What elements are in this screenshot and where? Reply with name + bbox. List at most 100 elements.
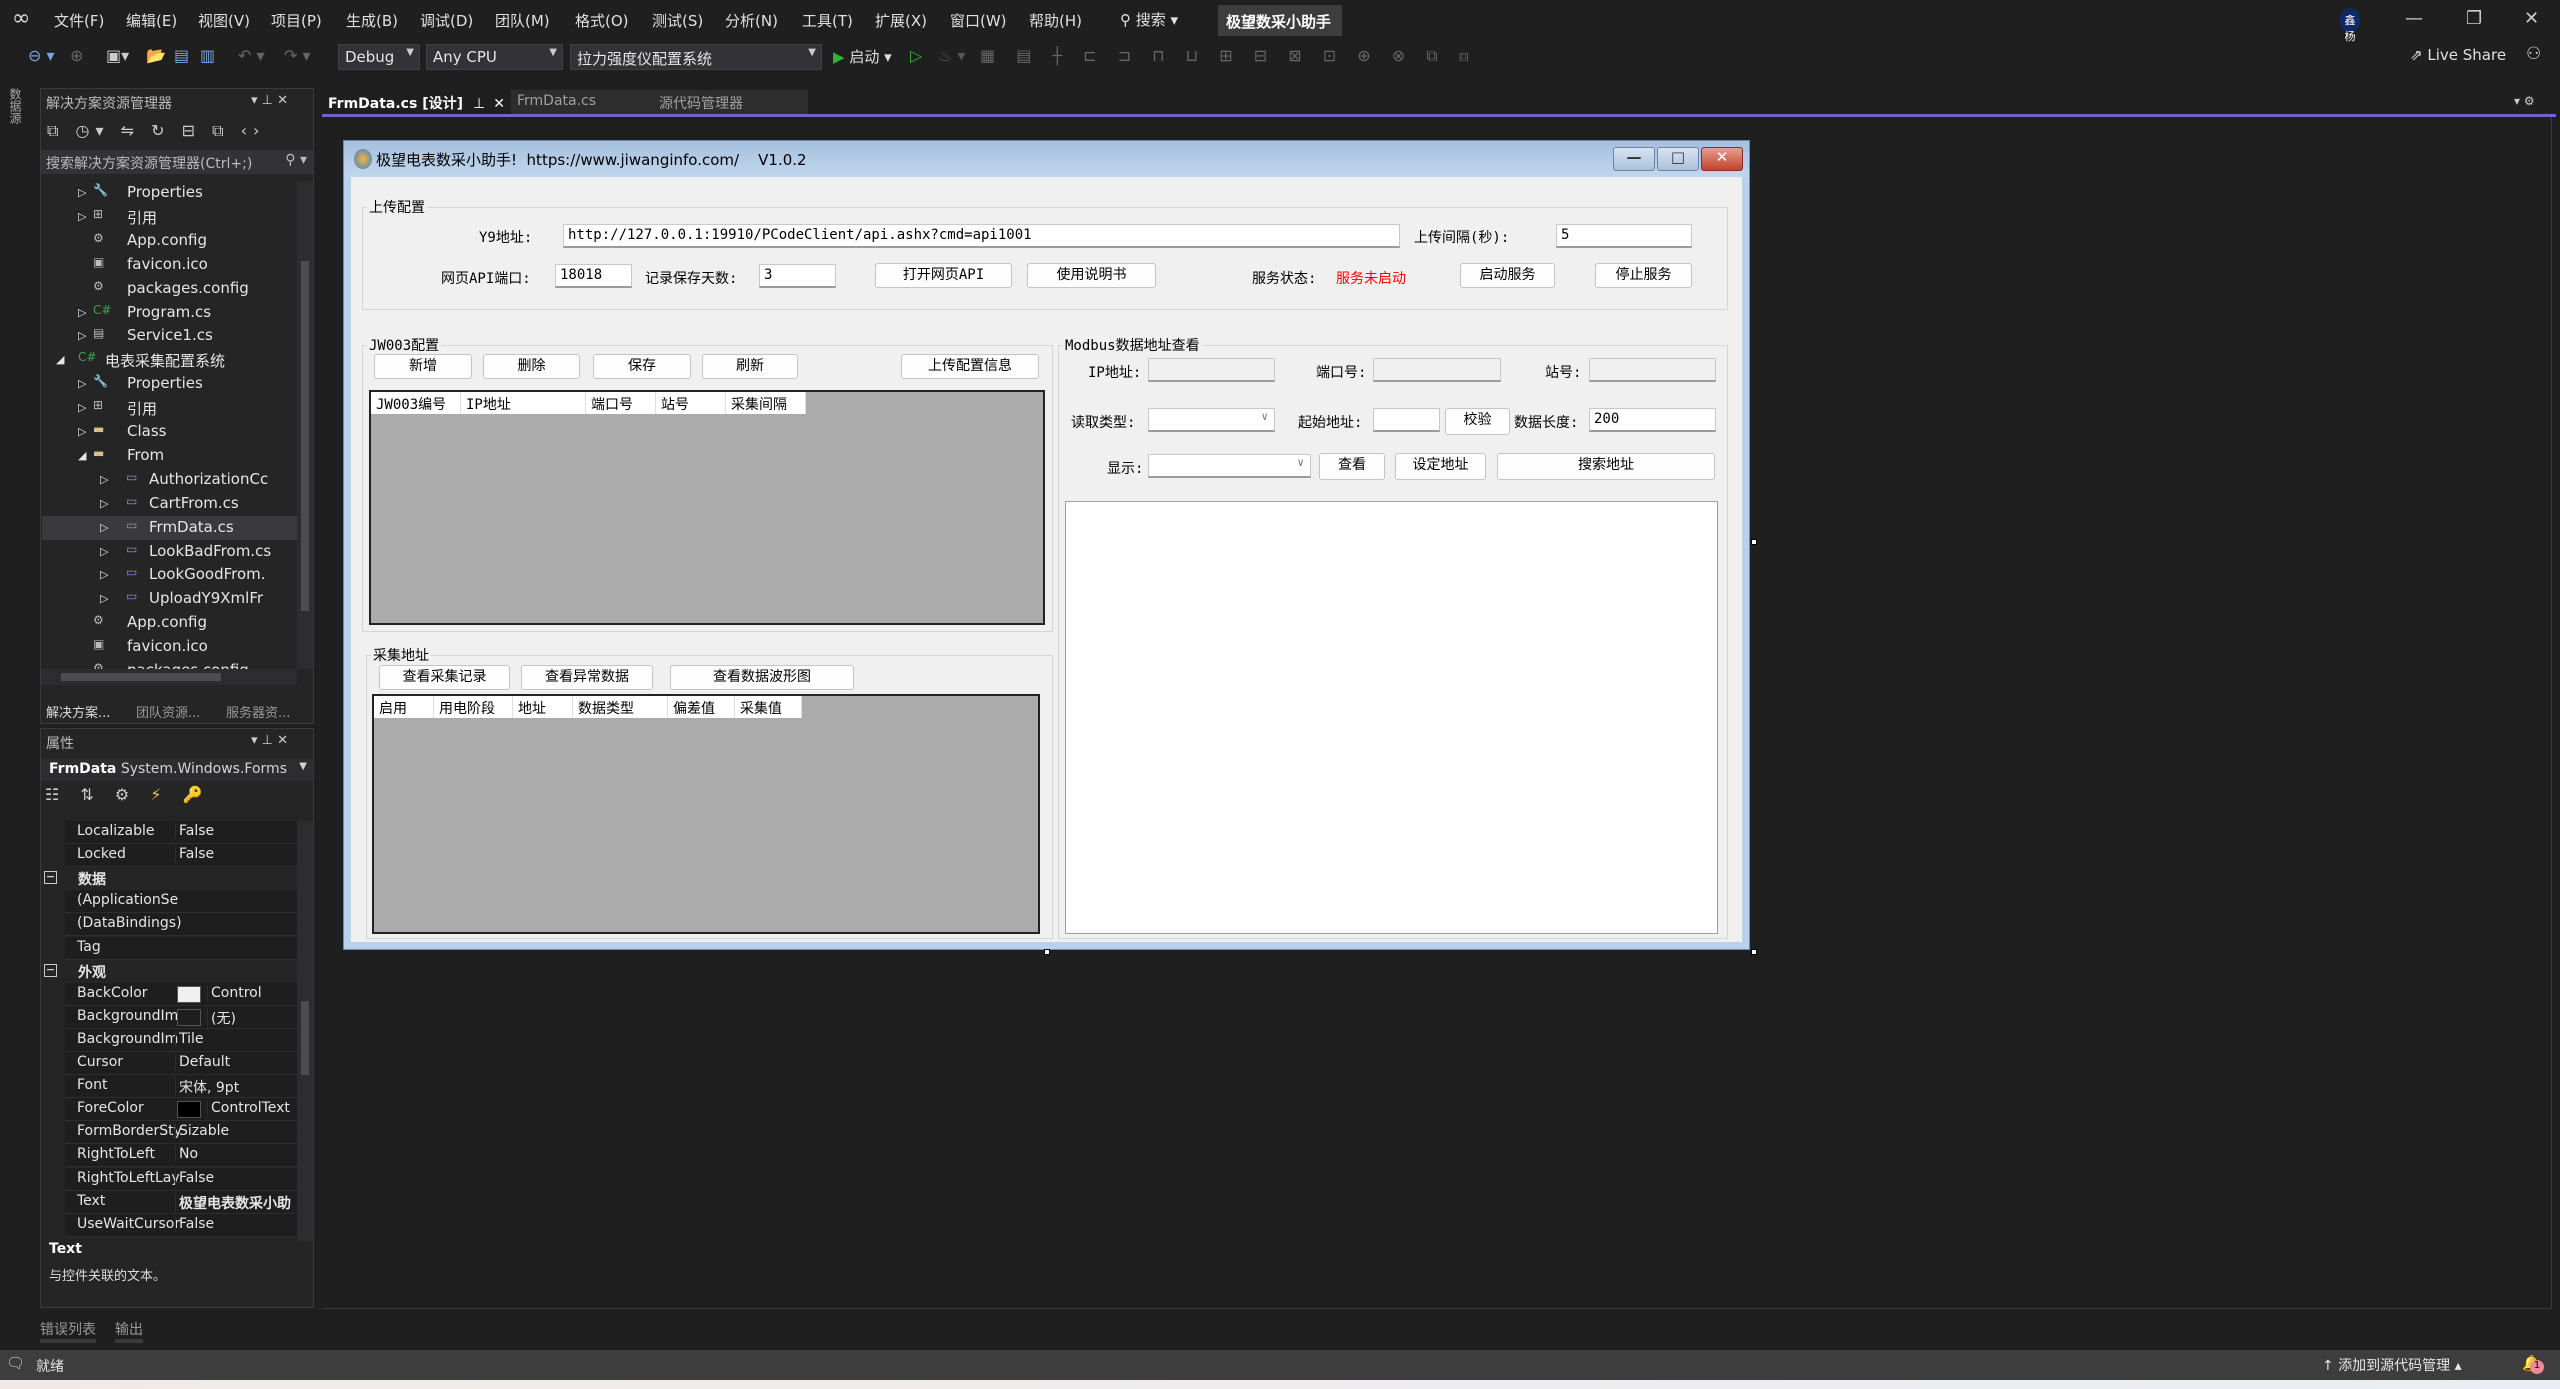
property-value[interactable]: Sizable <box>175 1123 295 1140</box>
tab-team[interactable]: 团队资源... <box>136 702 200 721</box>
pin-icon[interactable]: ⊥ <box>473 96 485 112</box>
data-length-input[interactable]: 200 <box>1589 408 1716 432</box>
collapsed-arrow-icon[interactable]: ▷ <box>100 545 108 558</box>
config-select[interactable]: Debug ▼ <box>338 44 420 70</box>
property-value[interactable]: False <box>175 1215 295 1232</box>
property-row[interactable]: Tag <box>65 936 297 960</box>
collapse-icon[interactable]: − <box>44 963 57 977</box>
column-header[interactable]: 站号 <box>656 392 726 414</box>
collapsed-arrow-icon[interactable]: ▷ <box>78 306 86 319</box>
property-row[interactable]: Locked False <box>65 844 297 868</box>
property-scrollbar[interactable] <box>297 821 313 1241</box>
tree-item[interactable]: ▷ ▭ FrmData.cs <box>42 515 297 540</box>
property-value[interactable]: 宋体, 9pt <box>175 1077 295 1098</box>
tab-output[interactable]: 输出 <box>115 1319 143 1343</box>
resize-handle[interactable] <box>1751 539 1757 545</box>
expanded-arrow-icon[interactable]: ◢ <box>78 449 86 462</box>
tree-item[interactable]: ▷ C# Program.cs <box>42 301 297 325</box>
property-value[interactable]: False <box>175 823 295 839</box>
modbus-output-textarea[interactable] <box>1065 501 1718 934</box>
jw003-grid[interactable]: JW003编号 IP地址 端口号 站号 采集间隔 <box>369 390 1045 625</box>
search-menu[interactable]: ⚲ 搜索 ▾ <box>1120 9 1178 30</box>
menu-item[interactable]: 分析(N) <box>725 10 778 31</box>
open-icon[interactable]: 📂 <box>146 46 166 65</box>
column-header[interactable]: 用电阶段 <box>434 696 513 718</box>
menu-item[interactable]: 项目(P) <box>271 10 322 31</box>
set-address-button[interactable]: 设定地址 <box>1395 453 1486 480</box>
collapsed-arrow-icon[interactable]: ▷ <box>78 401 86 414</box>
menu-item[interactable]: 帮助(H) <box>1029 10 1082 31</box>
solution-search-input[interactable]: 搜索解决方案资源管理器(Ctrl+;) ⚲ ▾ <box>41 150 313 174</box>
hot-reload-icon[interactable]: ♨ ▾ <box>938 46 965 65</box>
property-value[interactable]: No <box>175 1146 295 1163</box>
collapsed-arrow-icon[interactable]: ▷ <box>100 568 108 581</box>
start-address-input[interactable] <box>1373 408 1440 432</box>
collapsed-arrow-icon[interactable]: ▷ <box>78 186 86 199</box>
start-button[interactable]: ▶ 启动 ▾ <box>833 46 892 67</box>
upload-interval-input[interactable]: 5 <box>1556 224 1692 248</box>
platform-select[interactable]: Any CPU ▼ <box>426 44 563 70</box>
menu-item[interactable]: 生成(B) <box>346 10 398 31</box>
startup-project-select[interactable]: 拉力强度仪配置系统 ▼ <box>570 44 822 70</box>
redo-icon[interactable]: ↷ ▾ <box>284 46 311 65</box>
property-value[interactable]: 极望电表数采小助 <box>175 1192 295 1213</box>
view-abnormal-button[interactable]: 查看异常数据 <box>521 665 653 690</box>
menu-item[interactable]: 团队(M) <box>495 10 550 31</box>
user-avatar[interactable]: 鑫杨 <box>2340 8 2360 43</box>
menu-item[interactable]: 编辑(E) <box>126 10 177 31</box>
tab-document[interactable]: FrmData.cs <box>511 90 653 114</box>
tree-item[interactable]: ▷ ▭ LookBadFrom.cs <box>42 540 297 564</box>
tab-solution[interactable]: 解决方案... <box>46 702 110 721</box>
menu-item[interactable]: 工具(T) <box>802 10 853 31</box>
add-to-source-control[interactable]: ↑ 添加到源代码管理 ▴ <box>2322 1355 2462 1375</box>
tree-item[interactable]: ▷ ⊞ 引用 <box>42 396 297 420</box>
column-header[interactable]: 启用 <box>374 696 434 718</box>
property-row[interactable]: RightToLeftLay False <box>65 1167 297 1191</box>
property-row[interactable]: Text 极望电表数采小助 <box>65 1190 297 1214</box>
search-address-button[interactable]: 搜索地址 <box>1497 453 1715 480</box>
tree-item[interactable]: ▷ ▤ Service1.cs <box>42 324 297 348</box>
column-header[interactable]: 采集值 <box>735 696 802 718</box>
station-input[interactable] <box>1589 358 1716 382</box>
manual-button[interactable]: 使用说明书 <box>1027 263 1156 288</box>
property-row[interactable]: +Font宋体, 9pt <box>65 1075 297 1099</box>
collapsed-arrow-icon[interactable]: ▷ <box>100 473 108 486</box>
form-window[interactable]: 极望电表数采小助手! https://www.jiwanginfo.com/ V… <box>343 140 1750 950</box>
panel-menu-icon[interactable]: ▾ ⊥ ✕ <box>251 93 288 108</box>
tab-server[interactable]: 服务器资... <box>226 702 290 721</box>
menu-item[interactable]: 测试(S) <box>652 10 703 31</box>
property-row[interactable]: Cursor Default <box>65 1052 297 1075</box>
minimize-button[interactable]: — <box>2405 8 2423 29</box>
form-close-button[interactable]: ✕ <box>1701 147 1743 171</box>
menu-item[interactable]: 文件(F) <box>54 10 104 31</box>
property-category[interactable]: − 数据 <box>42 867 292 890</box>
tree-item[interactable]: ▷ ▭ UploadY9XmlFr <box>42 587 297 611</box>
column-header[interactable]: JW003编号 <box>371 392 461 414</box>
tree-item[interactable]: ▷ ▭ LookGoodFrom. <box>42 563 297 587</box>
column-header[interactable]: IP地址 <box>461 392 586 414</box>
delete-button[interactable]: 删除 <box>483 354 580 379</box>
view-records-button[interactable]: 查看采集记录 <box>379 665 510 690</box>
tree-item[interactable]: ▷ ▭ AuthorizationCc <box>42 468 297 492</box>
property-row[interactable]: BackColor Control <box>65 982 297 1006</box>
collapse-icon[interactable]: − <box>44 871 57 885</box>
column-header[interactable]: 地址 <box>513 696 573 718</box>
collapsed-arrow-icon[interactable]: ▷ <box>100 497 108 510</box>
verify-button[interactable]: 校验 <box>1445 408 1510 435</box>
undo-icon[interactable]: ↶ ▾ <box>238 46 265 65</box>
resize-handle[interactable] <box>1751 949 1757 955</box>
property-value[interactable]: ControlText <box>207 1100 297 1117</box>
save-button[interactable]: 保存 <box>593 354 691 379</box>
tree-vertical-scrollbar[interactable] <box>297 181 313 669</box>
scroll-thumb[interactable] <box>301 1001 309 1075</box>
read-type-select[interactable]: ∨ <box>1148 408 1275 432</box>
collapsed-arrow-icon[interactable]: ▷ <box>78 425 86 438</box>
open-api-button[interactable]: 打开网页API <box>875 263 1012 288</box>
display-select[interactable]: ∨ <box>1148 454 1311 478</box>
property-row[interactable]: FormBorderSty Sizable <box>65 1121 297 1145</box>
property-value[interactable]: Default <box>175 1054 295 1070</box>
save-icon[interactable]: ▤ <box>174 46 189 65</box>
property-value[interactable]: False <box>175 1169 295 1186</box>
tree-horizontal-scrollbar[interactable] <box>41 669 297 685</box>
tab-document[interactable]: FrmData.cs [设计] ⊥ ✕ <box>322 90 511 114</box>
